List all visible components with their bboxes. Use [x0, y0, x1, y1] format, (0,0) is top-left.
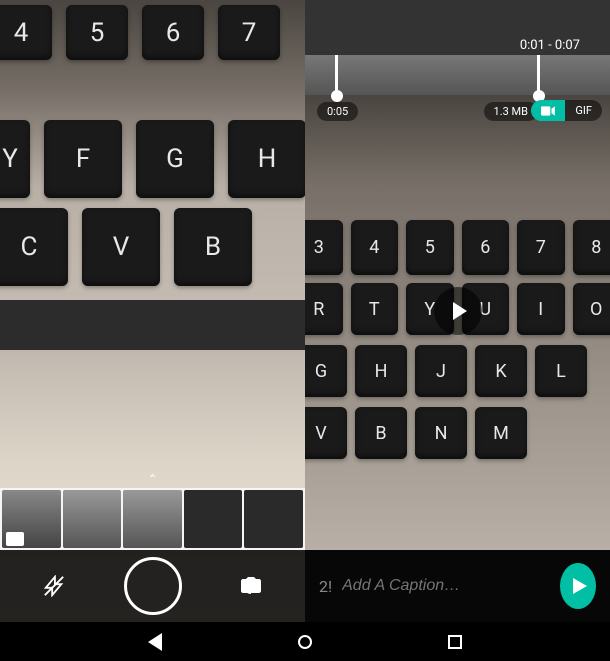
flash-off-icon[interactable] [38, 570, 70, 602]
recent-button[interactable] [445, 632, 465, 652]
emoji-button[interactable]: 2! [319, 577, 332, 596]
android-navbar [0, 622, 610, 661]
trim-range-label: 0:01 - 0:07 [520, 38, 580, 53]
video-icon [6, 532, 24, 546]
trim-start-handle[interactable] [335, 55, 338, 95]
gallery-thumb[interactable] [184, 490, 243, 548]
home-button[interactable] [295, 632, 315, 652]
caption-bar: 2! > Mom [305, 550, 610, 622]
format-toggle: GIF [531, 100, 602, 121]
send-button[interactable] [560, 563, 596, 609]
trim-end-handle[interactable] [537, 55, 540, 95]
play-button[interactable] [434, 287, 482, 335]
gallery-thumb[interactable] [244, 490, 303, 548]
camera-controls: Hold For Video, Tap For Photo [0, 550, 305, 622]
video-scrubber[interactable] [305, 55, 610, 95]
caption-input[interactable] [342, 577, 550, 595]
video-preview-pane: 0:01 - 0:07 0:05 1.3 MB GIF 345678 RTYUI… [305, 0, 610, 622]
duration-badge: 0:05 [317, 102, 358, 121]
shutter-button[interactable] [124, 557, 182, 615]
gif-mode-toggle[interactable]: GIF [565, 100, 602, 121]
video-mode-toggle[interactable] [531, 100, 565, 121]
camera-flip-icon[interactable] [235, 570, 267, 602]
camera-pane: 4567 YFGH CVB Hold For Video, Tap For Ph… [0, 0, 305, 622]
filesize-badge: 1.3 MB [484, 102, 538, 121]
back-button[interactable] [145, 632, 165, 652]
gallery-thumb[interactable] [123, 490, 182, 548]
gallery-thumb[interactable] [63, 490, 122, 548]
recent-media-strip[interactable] [0, 488, 305, 550]
